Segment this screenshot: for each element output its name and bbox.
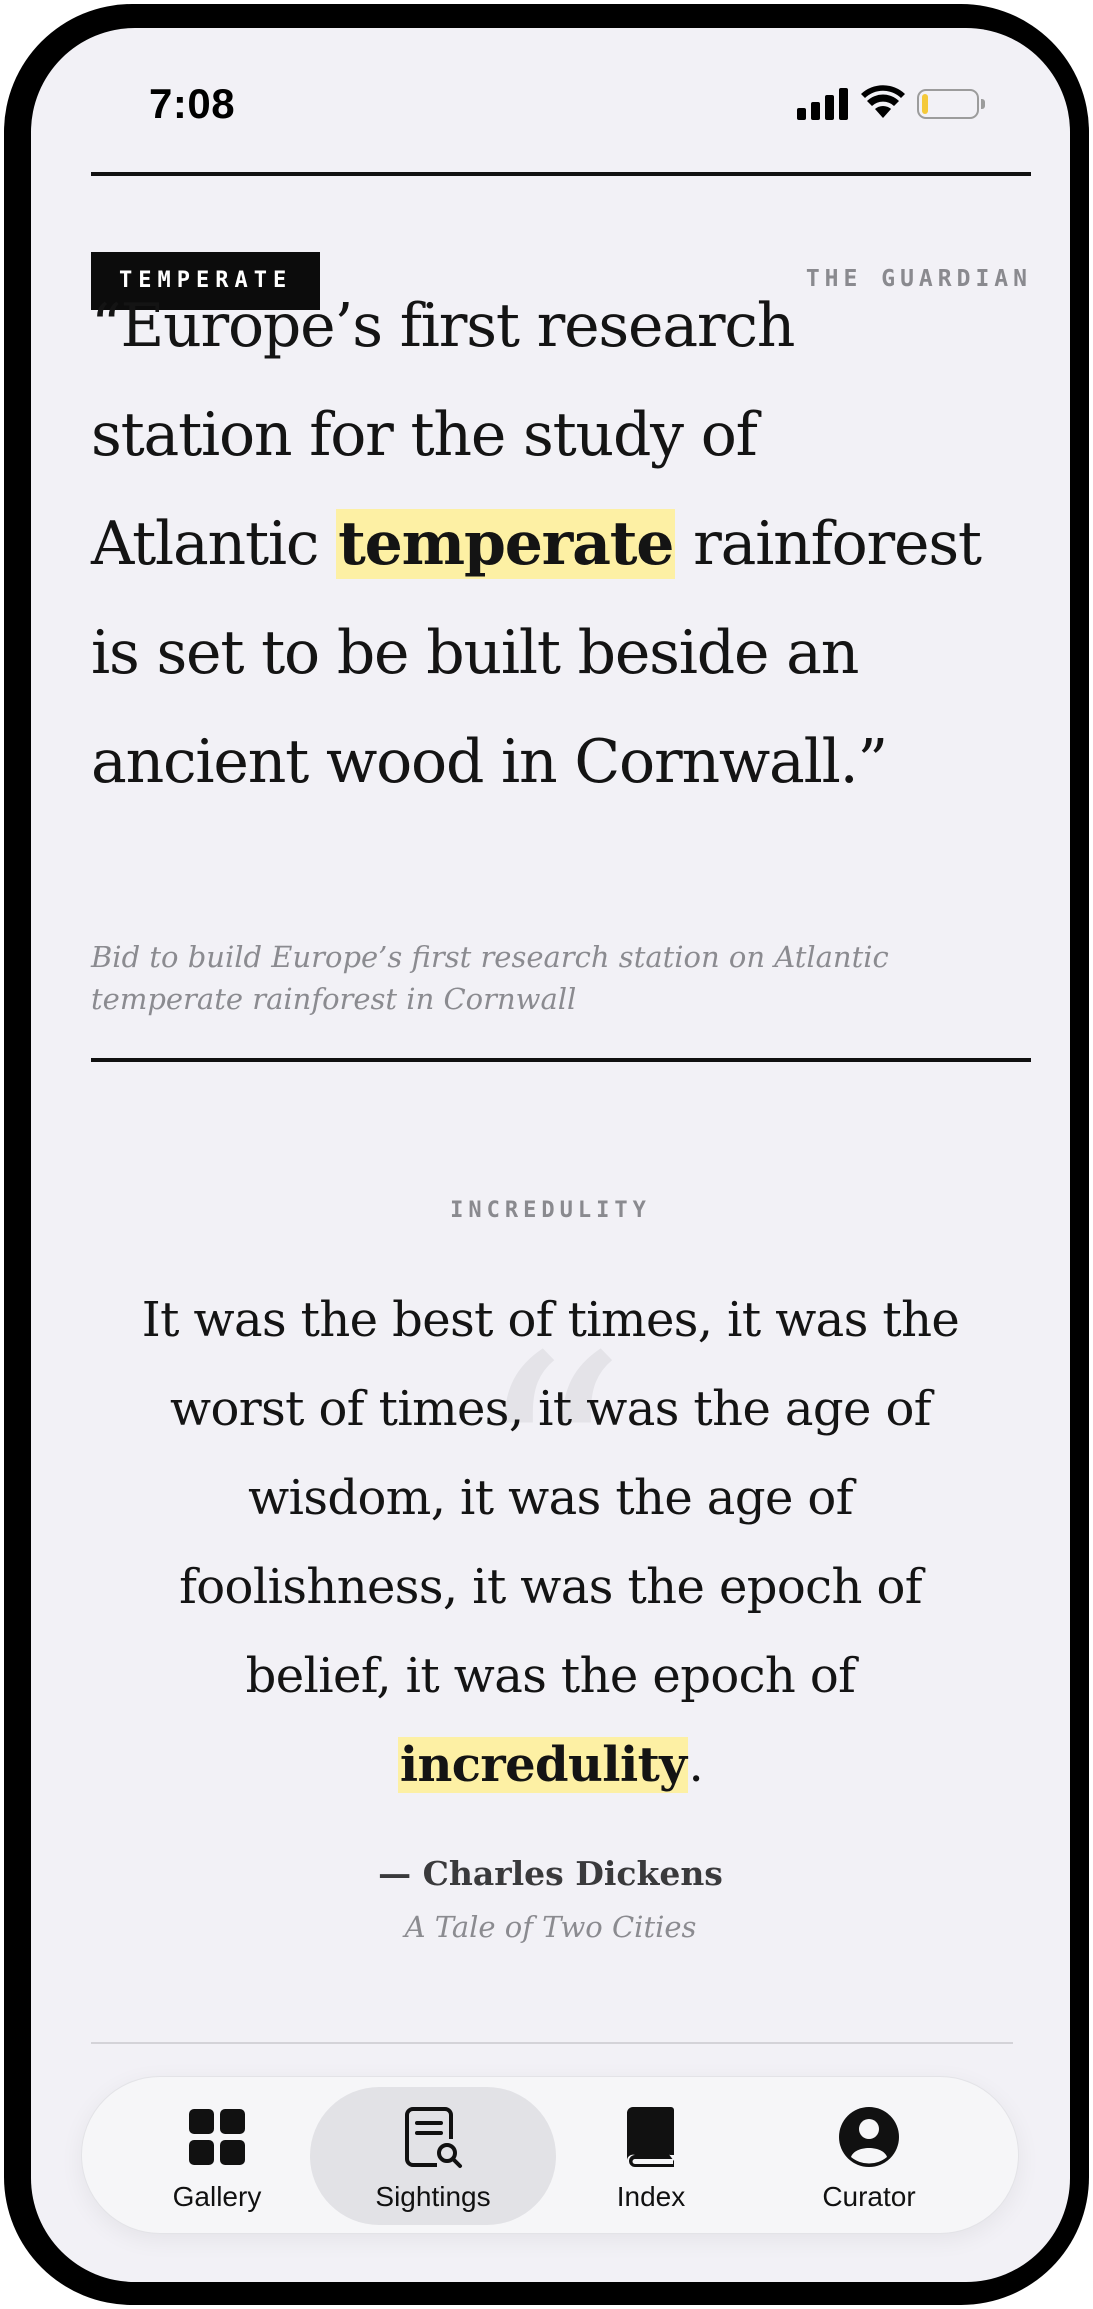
- battery-icon: [917, 89, 985, 119]
- quote-author: — Charles Dickens: [378, 1854, 723, 1893]
- wifi-icon: [861, 85, 905, 118]
- status-time: 7:08: [149, 80, 236, 127]
- quote-text: It was the best of times, it was the wor…: [141, 1292, 960, 1793]
- quote-line: “Europe’s first research: [91, 291, 795, 361]
- person-circle-icon: [839, 2107, 899, 2167]
- quote-line: ancient wood in Cornwall.”: [91, 727, 888, 797]
- app-screen: 7:08 TEMPERATE THE GUARDIAN “Europe’s fi…: [31, 28, 1070, 2282]
- quote-work-title: A Tale of Two Cities: [404, 1910, 697, 1944]
- quote-line: is set to be built beside an: [91, 618, 859, 688]
- tab-label: Sightings: [375, 2181, 491, 2212]
- quote-line: Atlantic temperate rainforest: [91, 509, 982, 579]
- divider-bottom: [91, 2042, 1013, 2044]
- divider-middle: [91, 1058, 1031, 1062]
- tab-curator[interactable]: Curator: [746, 2087, 992, 2225]
- quote-text: “Europe’s first research station for the …: [91, 272, 1051, 817]
- tab-label: Index: [616, 2181, 686, 2212]
- tab-index[interactable]: Index: [528, 2087, 774, 2225]
- status-icons: [797, 84, 1037, 124]
- divider-top: [91, 172, 1031, 176]
- tab-sightings[interactable]: Sightings: [310, 2087, 556, 2225]
- book-icon: [626, 2107, 674, 2167]
- document-search-icon: [405, 2107, 462, 2168]
- device-frame: 7:08 TEMPERATE THE GUARDIAN “Europe’s fi…: [4, 4, 1089, 2305]
- tab-label: Gallery: [172, 2181, 262, 2212]
- grid-icon: [189, 2109, 245, 2165]
- highlighted-word: incredulity: [397, 1737, 689, 1793]
- word-label: INCREDULITY: [450, 1198, 651, 1223]
- tab-gallery[interactable]: Gallery: [94, 2087, 340, 2225]
- tab-bar: Gallery Sightings Index Curator: [81, 2076, 1019, 2234]
- tab-label: Curator: [822, 2181, 916, 2212]
- article-headline[interactable]: Bid to build Europe’s first research sta…: [91, 936, 971, 1020]
- highlighted-word: temperate: [336, 509, 676, 579]
- cellular-signal-icon: [797, 88, 849, 120]
- quote-line: station for the study of: [91, 400, 758, 470]
